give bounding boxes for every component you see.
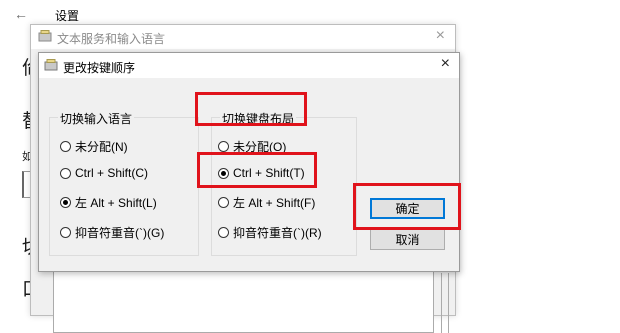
input-language-group: 切换输入语言 未分配(N) Ctrl + Shift(C) 左 Alt + Sh…: [49, 110, 199, 256]
radio-label: 左 Alt + Shift(F): [233, 196, 316, 210]
radio-label: 抑音符重音(`)(R): [233, 226, 322, 240]
radio-label: 抑音符重音(`)(G): [75, 226, 165, 240]
radio-icon[interactable]: [218, 197, 229, 208]
highlight-ok-button: [353, 183, 461, 230]
radio-label: Ctrl + Shift(C): [75, 166, 149, 180]
radio-input-unassigned[interactable]: 未分配(N): [60, 138, 128, 155]
dialog-title: 更改按键顺序: [63, 61, 136, 75]
radio-icon[interactable]: [218, 141, 229, 152]
radio-icon[interactable]: [60, 141, 71, 152]
keyboard-icon: [44, 59, 58, 71]
dialog-title: 文本服务和输入语言: [57, 32, 166, 46]
group-title: 切换输入语言: [58, 110, 135, 127]
radio-icon[interactable]: [60, 167, 71, 179]
back-arrow-icon[interactable]: ←: [14, 6, 28, 22]
dialog-titlebar: 更改按键顺序 ×: [39, 53, 459, 78]
radio-label: 左 Alt + Shift(L): [75, 196, 157, 210]
radio-icon[interactable]: [60, 197, 71, 208]
radio-icon[interactable]: [60, 227, 71, 238]
radio-layout-grave-accent[interactable]: 抑音符重音(`)(R): [218, 224, 322, 241]
keyboard-icon: [38, 30, 52, 42]
close-icon[interactable]: ×: [436, 27, 445, 45]
settings-title: 设置: [55, 9, 80, 23]
radio-icon[interactable]: [218, 227, 229, 238]
close-icon[interactable]: ×: [441, 55, 450, 73]
radio-label: 未分配(N): [75, 140, 128, 154]
radio-layout-left-alt-shift[interactable]: 左 Alt + Shift(F): [218, 194, 315, 211]
radio-input-ctrl-shift[interactable]: Ctrl + Shift(C): [60, 166, 148, 180]
radio-input-grave-accent[interactable]: 抑音符重音(`)(G): [60, 224, 164, 241]
cancel-button[interactable]: 取消: [370, 229, 445, 250]
dialog-titlebar: 文本服务和输入语言 ×: [31, 25, 455, 49]
radio-input-left-alt-shift[interactable]: 左 Alt + Shift(L): [60, 194, 157, 211]
highlight-layout-title: [195, 92, 307, 126]
scrollbar[interactable]: [441, 273, 449, 333]
list-box[interactable]: [53, 271, 434, 333]
highlight-ctrl-shift: [197, 152, 317, 188]
